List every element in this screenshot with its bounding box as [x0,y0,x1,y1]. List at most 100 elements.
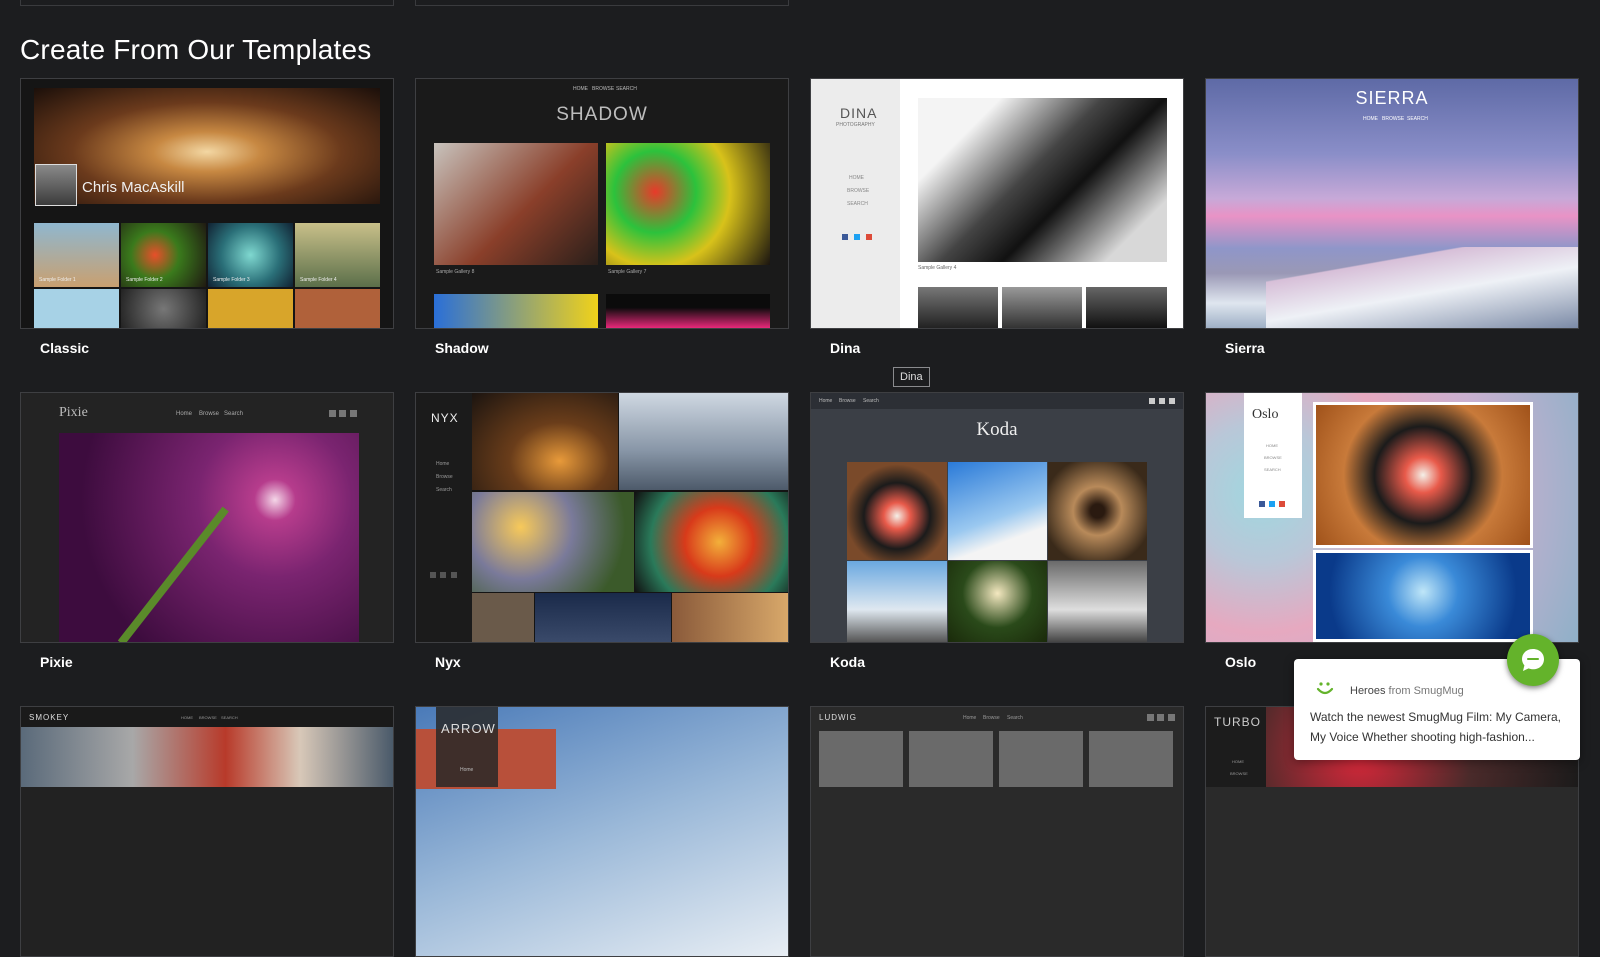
chat-sender: Heroes from SmugMug [1350,685,1464,697]
preview-nav-item: HOME [573,86,588,92]
template-card-arrow[interactable]: ARROW Home [415,706,789,957]
template-card-oslo[interactable]: Oslo HOME BROWSE SEARCH Oslo [1205,392,1579,670]
preview-nav-item: Search [436,487,452,493]
template-preview[interactable]: Pixie Home Browse Search [20,392,394,643]
previous-row-edge [415,0,789,6]
template-preview[interactable]: SMOKEY HOME BROWSE SEARCH [20,706,394,957]
preview-grid-1 [1313,402,1533,548]
template-preview[interactable]: ARROW Home [415,706,789,957]
preview-nav-item: Home [819,398,833,404]
chat-icon [1522,649,1544,671]
preview-grid-1 [434,143,598,265]
preview-grid-3 [1048,462,1147,560]
preview-grid-8 [295,289,380,328]
preview-nav-item: BROWSE [1264,455,1282,460]
social-icons [430,572,457,578]
social-icons [329,410,357,417]
preview-heading: NYX [431,411,459,425]
preview-nav-item: Browse [839,398,856,404]
preview-gallery-label: Sample Gallery 7 [608,269,647,275]
preview-nav-item: Browse [436,474,453,480]
chat-sender-suffix: from SmugMug [1388,685,1464,697]
preview-sidebar [416,393,472,642]
chat-message: Watch the newest SmugMug Film: My Camera… [1310,710,1561,744]
preview-grid-5 [472,593,534,642]
template-card-sierra[interactable]: SIERRA HOME BROWSE SEARCH Sierra [1205,78,1579,356]
preview-avatar [35,164,77,206]
preview-grid-3 [434,294,598,328]
preview-nav-item: HOME [1232,759,1244,764]
preview-nav-item: Browse [983,715,1000,721]
preview-grid-1 [847,462,947,560]
social-icons [1149,398,1175,404]
preview-grid-4 [847,561,947,642]
template-card-dina[interactable]: DINA PHOTOGRAPHY HOME BROWSE SEARCH Samp… [810,78,1184,356]
preview-nav-item: SEARCH [221,715,238,720]
template-preview[interactable]: NYX Home Browse Search [415,392,789,643]
template-preview[interactable]: Home Browse Search Koda [810,392,1184,643]
preview-grid-7 [208,289,293,328]
preview-subheading: PHOTOGRAPHY [836,122,875,128]
preview-grid-4 [635,492,788,592]
social-icons [1147,714,1175,721]
preview-nav-item: Home [963,715,977,721]
template-preview[interactable]: Oslo HOME BROWSE SEARCH [1205,392,1579,643]
preview-grid-2 [606,143,770,265]
preview-nav-item: Search [863,398,879,404]
chat-sender-name: Heroes [1350,685,1386,697]
preview-grid-7 [672,593,788,642]
preview-hero-image [59,433,359,642]
preview-grid-1 [472,393,618,490]
preview-folder-label: Sample Folder 2 [126,277,163,283]
preview-heading: TURBO [1214,715,1261,729]
template-card-ludwig[interactable]: LUDWIG Home Browse Search [810,706,1184,957]
preview-nav-item: Browse [199,411,220,417]
preview-gallery-label: Sample Gallery 8 [436,269,475,275]
preview-heading: LUDWIG [819,713,857,722]
preview-grid-2 [619,393,788,490]
template-name: Nyx [435,654,461,670]
preview-owner-name: Chris MacAskill [82,179,185,196]
preview-heading: ARROW [441,721,496,736]
preview-nav-item: Home [460,767,474,773]
preview-grid-6 [535,593,671,642]
template-card-koda[interactable]: Home Browse Search Koda Koda [810,392,1184,670]
preview-nav-item: BROWSE [847,188,870,194]
preview-nav-item: BROWSE [592,86,615,92]
template-preview[interactable]: SIERRA HOME BROWSE SEARCH [1205,78,1579,329]
preview-grid [819,731,1175,787]
preview-folder-label: Sample Folder 4 [300,277,337,283]
preview-grid-5 [34,289,119,328]
preview-grid-3 [1086,287,1167,328]
chat-launcher-button[interactable] [1507,634,1559,686]
preview-grid-2 [1002,287,1082,328]
preview-grid-3 [472,492,634,592]
preview-mountain [1266,247,1578,328]
preview-grid-2 [948,462,1047,560]
template-card-classic[interactable]: Chris MacAskill Sample Folder 1 Sample F… [20,78,394,356]
template-card-shadow[interactable]: HOME BROWSE SEARCH SHADOW Sample Gallery… [415,78,789,356]
template-preview[interactable]: Chris MacAskill Sample Folder 1 Sample F… [20,78,394,329]
preview-nav-item: SEARCH [616,86,637,92]
template-name: Koda [830,654,865,670]
preview-hero-image [918,98,1167,262]
previous-row-edge [20,0,394,6]
preview-nav-item: BROWSE [199,715,217,720]
template-preview[interactable]: DINA PHOTOGRAPHY HOME BROWSE SEARCH Samp… [810,78,1184,329]
template-preview[interactable]: HOME BROWSE SEARCH SHADOW Sample Gallery… [415,78,789,329]
preview-nav-item: HOME [1363,116,1378,122]
preview-nav-item: BROWSE [1382,116,1405,122]
preview-nav-item: Search [224,411,244,417]
template-card-pixie[interactable]: Pixie Home Browse Search Pixie [20,392,394,670]
template-name: Pixie [40,654,73,670]
template-name: Sierra [1225,340,1265,356]
preview-heading: SMOKEY [29,713,70,722]
template-name: Oslo [1225,654,1257,670]
preview-heading: Pixie [59,405,88,420]
preview-nav-item: HOME [1266,443,1278,448]
section-title: Create From Our Templates [20,34,372,65]
template-preview[interactable]: LUDWIG Home Browse Search [810,706,1184,957]
template-card-nyx[interactable]: NYX Home Browse Search Nyx [415,392,789,670]
template-card-smokey[interactable]: SMOKEY HOME BROWSE SEARCH [20,706,394,957]
preview-grid-4 [606,294,770,328]
